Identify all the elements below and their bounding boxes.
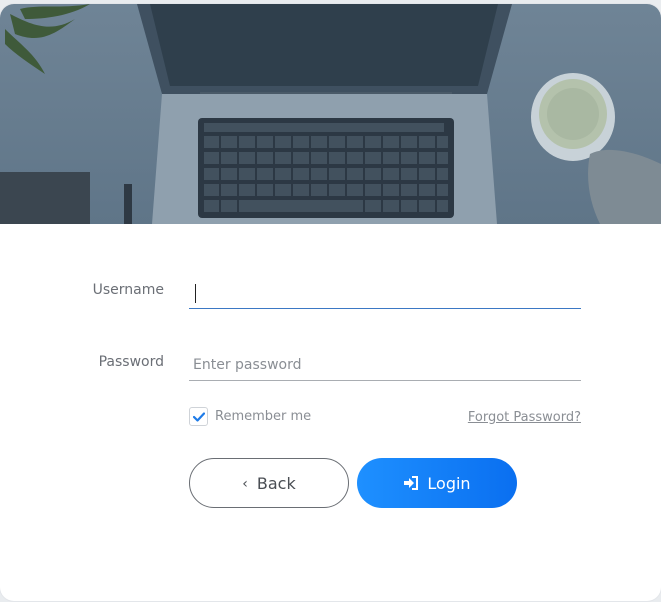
back-button[interactable]: ‹ Back [189,458,349,508]
username-input[interactable] [189,277,581,309]
checkmark-icon [192,411,205,422]
checkbox-box[interactable] [189,407,208,426]
chevron-left-icon: ‹ [242,475,248,492]
login-form: Username Password Remember me Forgot Pas… [0,224,661,601]
text-caret [195,284,196,303]
login-button[interactable]: Login [357,458,517,508]
username-label: Username [92,282,164,298]
login-button-label: Login [427,473,471,493]
hero-image [0,4,661,224]
back-button-label: Back [256,473,296,493]
remember-me-checkbox[interactable]: Remember me [189,407,311,426]
password-label: Password [98,354,164,370]
sign-in-icon [403,476,419,490]
remember-me-label: Remember me [215,409,312,424]
login-card: Username Password Remember me Forgot Pas… [0,4,661,601]
password-input[interactable] [189,349,581,381]
forgot-password-link[interactable]: Forgot Password? [468,410,581,425]
